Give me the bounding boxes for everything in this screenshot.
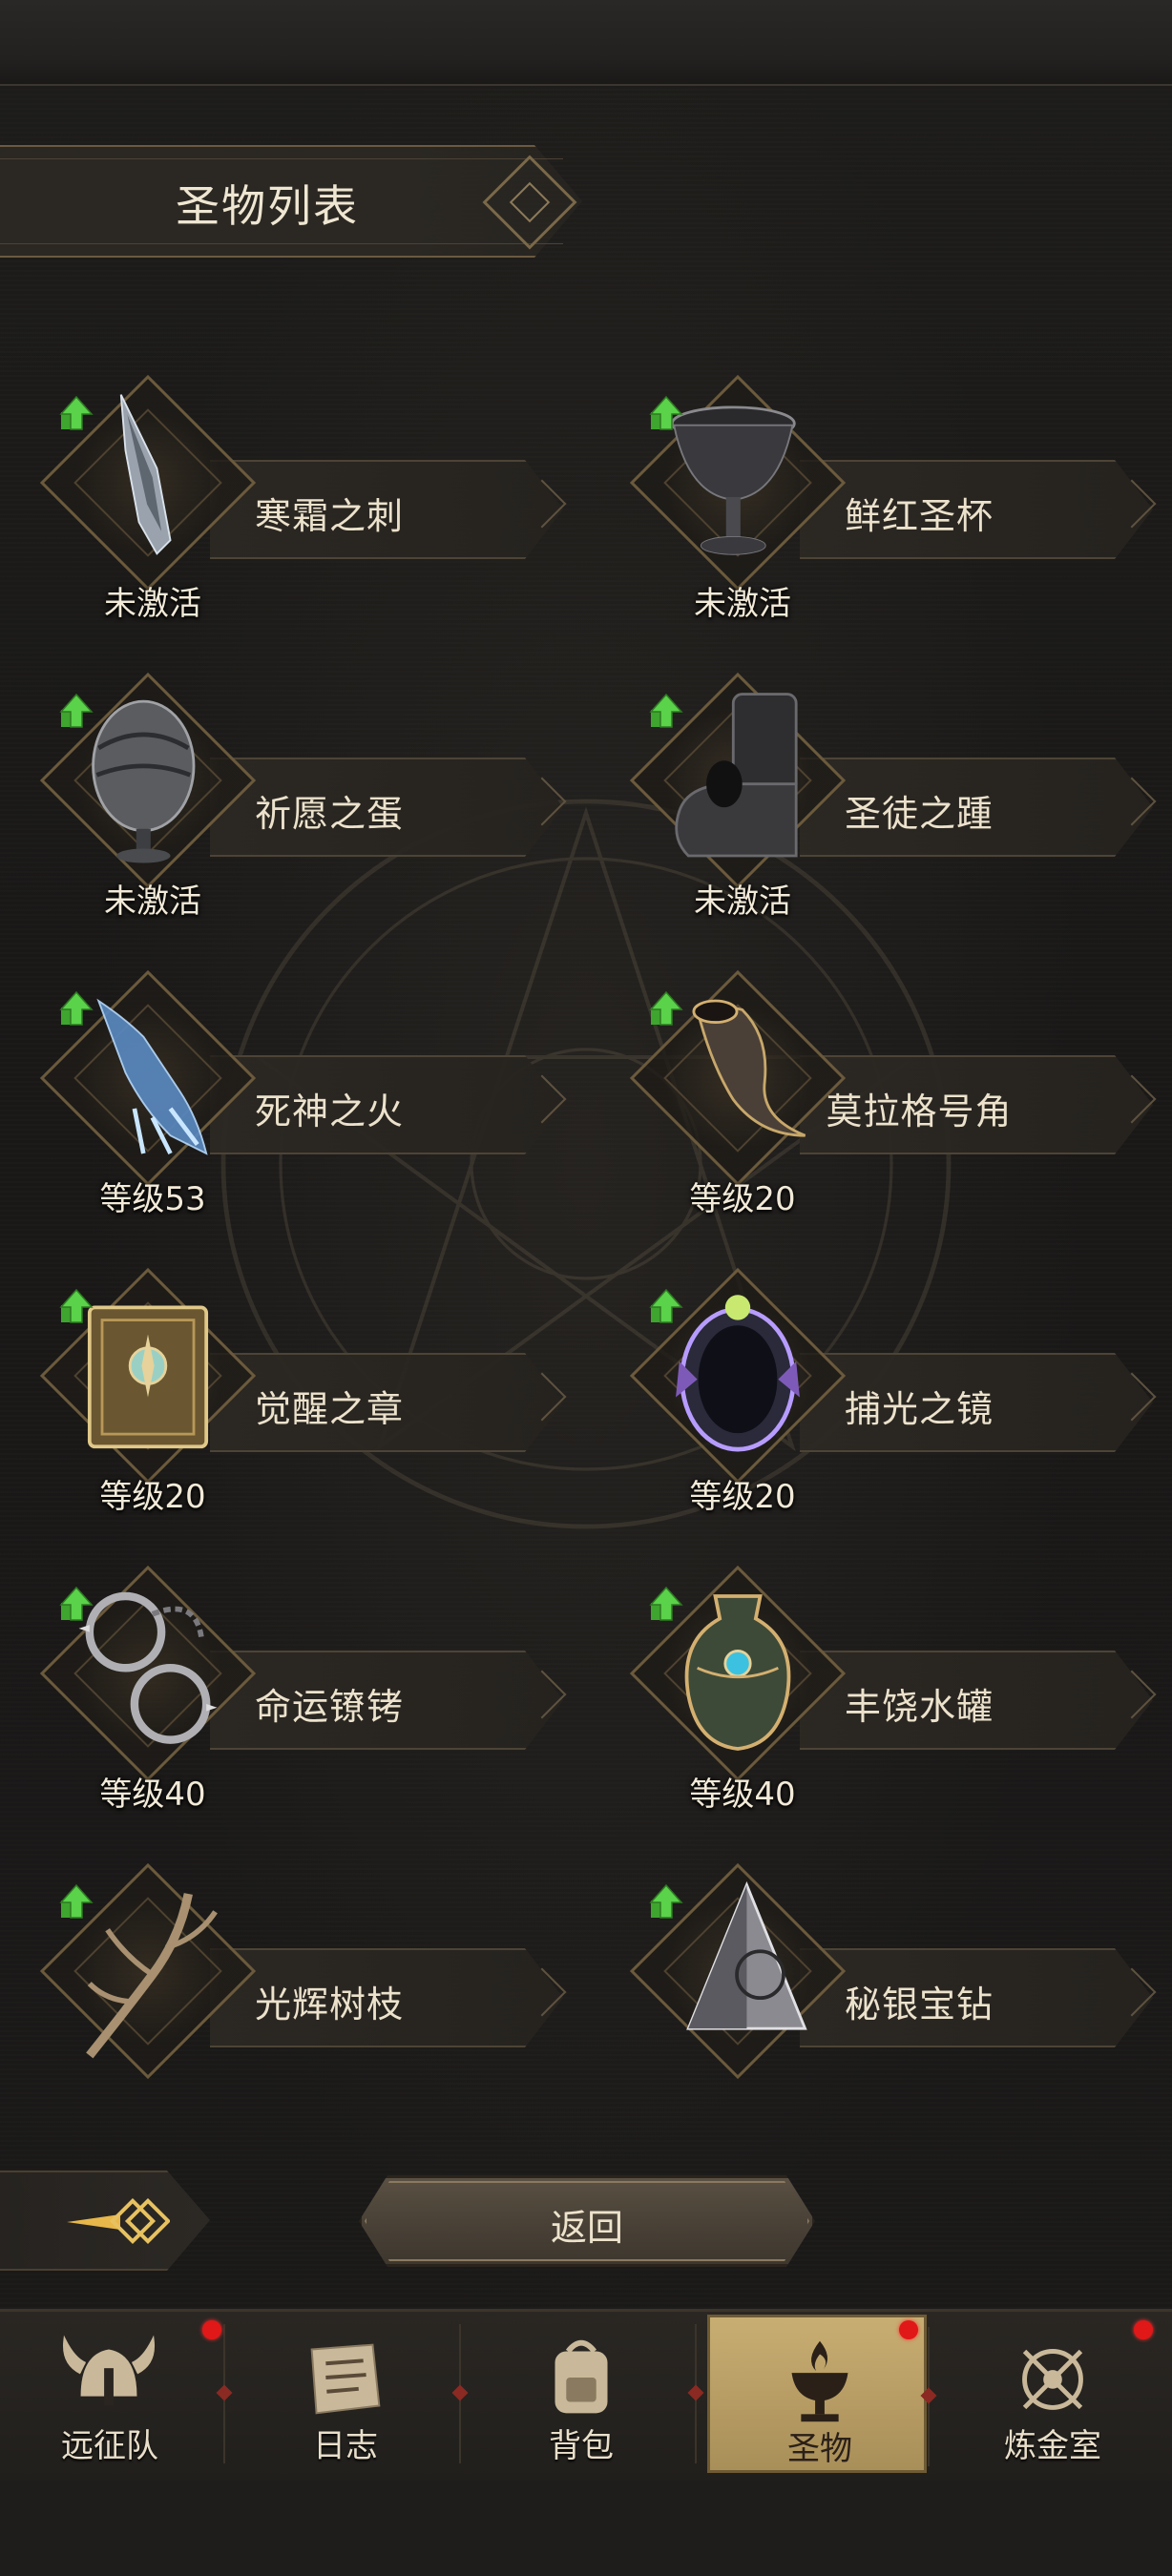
- relic-item[interactable]: 命运镣铐等级40: [29, 1565, 567, 1814]
- relic-name: 光辉树枝: [254, 1984, 404, 2025]
- relic-item[interactable]: 觉醒之章等级20: [29, 1267, 567, 1516]
- arrow-left-icon: [67, 2197, 170, 2245]
- nav-tab[interactable]: 圣物: [707, 2315, 937, 2473]
- relic-status: 等级20: [99, 1478, 206, 1516]
- relic-name: 丰饶水罐: [844, 1686, 994, 1728]
- relic-item[interactable]: 寒霜之刺未激活: [29, 374, 567, 623]
- upgrade-arrow-icon: [59, 693, 94, 728]
- nav-tab[interactable]: 日志: [236, 2315, 469, 2473]
- relic-item[interactable]: 莫拉格号角等级20: [618, 969, 1157, 1218]
- relic-status: 未激活: [104, 585, 201, 623]
- relic-name: 死神之火: [254, 1091, 404, 1132]
- relic-name: 命运镣铐: [254, 1686, 404, 1728]
- upgrade-arrow-icon: [649, 395, 683, 430]
- viking-helmet-icon: [63, 2335, 156, 2406]
- upgrade-arrow-icon: [59, 1586, 94, 1621]
- relic-item[interactable]: 死神之火等级53: [29, 969, 567, 1218]
- relic-status: 等级40: [99, 1776, 206, 1814]
- relic-status: 等级20: [689, 1478, 796, 1516]
- nav-tab-label: 炼金室: [1004, 2427, 1101, 2465]
- upgrade-arrow-icon: [59, 395, 94, 430]
- notification-badge: [202, 2320, 221, 2339]
- upgrade-arrow-icon: [649, 1586, 683, 1621]
- relic-item[interactable]: 捕光之镜等级20: [618, 1267, 1157, 1516]
- relic-item[interactable]: 祈愿之蛋未激活: [29, 672, 567, 921]
- relic-name: 觉醒之章: [254, 1388, 404, 1430]
- relic-name: 寒霜之刺: [254, 495, 404, 537]
- relic-item[interactable]: 鲜红圣杯未激活: [618, 374, 1157, 623]
- chalice-flame-icon: [791, 2340, 848, 2422]
- relic-item[interactable]: 圣徒之踵未激活: [618, 672, 1157, 921]
- back-button-label: 返回: [550, 2207, 623, 2249]
- page-title: 圣物列表: [176, 180, 359, 232]
- relic-status: 等级40: [689, 1776, 796, 1814]
- upgrade-arrow-icon: [649, 693, 683, 728]
- relic-name: 秘银宝钻: [844, 1984, 994, 2025]
- relic-name: 祈愿之蛋: [254, 793, 404, 835]
- upgrade-arrow-icon: [59, 1883, 94, 1919]
- relic-name: 圣徒之踵: [844, 793, 994, 835]
- relic-name: 莫拉格号角: [826, 1091, 1013, 1132]
- alchemy-icon: [1022, 2349, 1083, 2410]
- upgrade-arrow-icon: [649, 1288, 683, 1323]
- backpack-icon: [555, 2339, 608, 2414]
- nav-tab-label: 日志: [313, 2427, 378, 2465]
- relic-item[interactable]: 光辉树枝: [29, 1862, 567, 2089]
- notification-badge: [899, 2320, 918, 2339]
- relic-item[interactable]: 秘银宝钻: [618, 1862, 1157, 2089]
- relic-name: 捕光之镜: [844, 1388, 994, 1430]
- relic-status: 未激活: [104, 883, 201, 921]
- relic-status: 等级53: [99, 1180, 206, 1218]
- scroll-icon: [310, 2343, 381, 2415]
- relic-status: 未激活: [694, 585, 791, 623]
- nav-tab-label: 背包: [549, 2427, 614, 2465]
- bottom-strip: [0, 2481, 1172, 2576]
- nav-tab[interactable]: 远征队: [0, 2315, 233, 2473]
- notification-badge: [1134, 2320, 1153, 2339]
- relic-status: 等级20: [689, 1180, 796, 1218]
- top-band: [0, 0, 1172, 86]
- nav-tab-label: 圣物: [787, 2430, 852, 2468]
- upgrade-arrow-icon: [59, 1288, 94, 1323]
- collapse-tab[interactable]: [0, 2171, 210, 2271]
- nav-tab[interactable]: 背包: [471, 2315, 704, 2473]
- relic-status: 未激活: [694, 883, 791, 921]
- upgrade-arrow-icon: [649, 990, 683, 1026]
- relic-item[interactable]: 丰饶水罐等级40: [618, 1565, 1157, 1814]
- upgrade-arrow-icon: [59, 990, 94, 1026]
- relic-name: 鲜红圣杯: [844, 495, 994, 537]
- nav-tab-label: 远征队: [61, 2427, 158, 2465]
- nav-tab[interactable]: 炼金室: [943, 2315, 1162, 2473]
- upgrade-arrow-icon: [649, 1883, 683, 1919]
